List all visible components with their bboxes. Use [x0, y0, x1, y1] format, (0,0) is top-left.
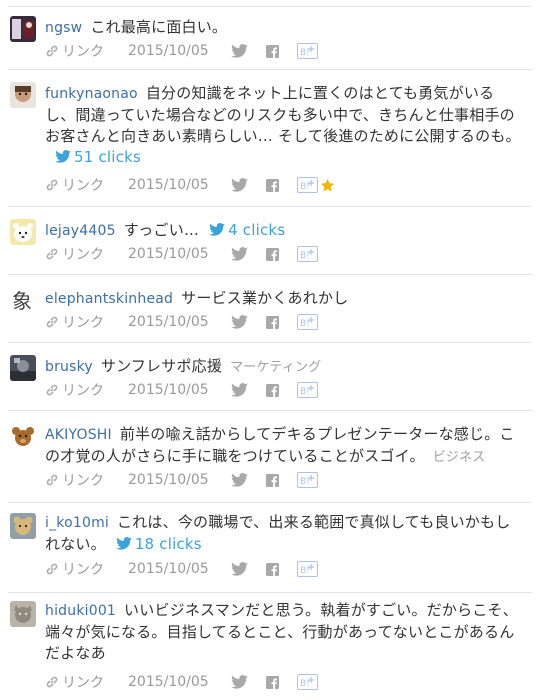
- username-link[interactable]: funkynaonao: [45, 86, 138, 102]
- comment-text: これは、今の職場で、出来る範囲で真似しても良いかもしれない。: [45, 513, 511, 553]
- comment-item: lejay4405 すっごい… 4 clicks リンク 2015/10/05 B!: [0, 207, 540, 275]
- permalink-link[interactable]: リンク: [62, 672, 104, 692]
- twitter-icon[interactable]: [230, 473, 248, 487]
- clicks-count: 51 clicks: [74, 148, 141, 166]
- link-icon[interactable]: [45, 675, 59, 689]
- hatena-bookmark-icon[interactable]: B!: [296, 561, 318, 577]
- hatena-bookmark-icon[interactable]: B!: [296, 246, 318, 262]
- username-link[interactable]: AKIYOSHI: [45, 427, 112, 443]
- avatar[interactable]: [10, 601, 36, 627]
- permalink-link[interactable]: リンク: [62, 312, 104, 332]
- clicks-count: 4 clicks: [228, 221, 286, 239]
- twitter-icon[interactable]: [230, 315, 248, 329]
- comment-item: ngsw これ最高に面白い。 リンク 2015/10/05 B!: [0, 8, 540, 70]
- hatena-bookmark-icon[interactable]: B!: [296, 43, 318, 59]
- link-icon[interactable]: [45, 44, 59, 58]
- clicks-count: 18 clicks: [134, 535, 202, 553]
- svg-text:象: 象: [12, 289, 32, 313]
- link-icon[interactable]: [45, 562, 59, 576]
- star-icon[interactable]: [320, 178, 335, 193]
- permalink-link[interactable]: リンク: [62, 380, 104, 400]
- hatena-bookmark-icon[interactable]: B!: [296, 674, 318, 690]
- tag-label[interactable]: ビジネス: [433, 450, 486, 465]
- username-link[interactable]: lejay4405: [45, 223, 116, 239]
- comment-item: funkynaonao 自分の知識をネット上に置くのはとても勇気がいるし、間違って…: [0, 70, 540, 207]
- top-divider: [8, 6, 532, 7]
- link-icon[interactable]: [45, 383, 59, 397]
- hatena-bookmark-icon[interactable]: B!: [296, 382, 318, 398]
- facebook-icon[interactable]: [265, 247, 279, 261]
- avatar[interactable]: 象: [10, 287, 36, 313]
- tag-label[interactable]: マーケティング: [230, 360, 321, 375]
- link-icon[interactable]: [45, 315, 59, 329]
- facebook-icon[interactable]: [265, 675, 279, 689]
- avatar[interactable]: [10, 355, 36, 381]
- avatar[interactable]: [10, 219, 36, 245]
- comment-date: 2015/10/05: [128, 674, 209, 690]
- username-link[interactable]: hiduki001: [45, 603, 116, 619]
- link-icon[interactable]: [45, 178, 59, 192]
- comment-date: 2015/10/05: [128, 177, 209, 193]
- twitter-icon[interactable]: [230, 178, 248, 192]
- username-link[interactable]: elephantskinhead: [45, 291, 173, 307]
- link-icon[interactable]: [45, 247, 59, 261]
- tweet-clicks-link[interactable]: 51 clicks: [55, 148, 141, 166]
- hatena-bookmark-icon[interactable]: B!: [296, 177, 318, 193]
- comment-date: 2015/10/05: [128, 472, 209, 488]
- hatena-bookmark-icon[interactable]: B!: [296, 314, 318, 330]
- comment-text: これ最高に面白い。: [90, 18, 228, 36]
- facebook-icon[interactable]: [265, 178, 279, 192]
- comment-item: hiduki001 いいビジネスマンだと思う。執着がすごい。だからこそ、端々が気に…: [0, 593, 540, 700]
- facebook-icon[interactable]: [265, 473, 279, 487]
- tweet-clicks-link[interactable]: 4 clicks: [209, 221, 285, 239]
- comment-text: すっごい…: [123, 221, 200, 239]
- hatena-bookmark-icon[interactable]: B!: [296, 472, 318, 488]
- facebook-icon[interactable]: [265, 44, 279, 58]
- link-icon[interactable]: [45, 473, 59, 487]
- comment-item: 象 elephantskinhead サービス業かくあれかし リンク 2015/1…: [0, 275, 540, 343]
- permalink-link[interactable]: リンク: [62, 244, 104, 264]
- avatar[interactable]: [10, 423, 36, 449]
- comment-text: サンフレサポ応援: [100, 357, 223, 375]
- comment-date: 2015/10/05: [128, 561, 209, 577]
- username-link[interactable]: ngsw: [45, 20, 82, 36]
- permalink-link[interactable]: リンク: [62, 41, 104, 61]
- twitter-icon[interactable]: [230, 383, 248, 397]
- comment-date: 2015/10/05: [128, 314, 209, 330]
- avatar[interactable]: [10, 16, 36, 42]
- comment-item: AKIYOSHI 前半の喩え話からしてデキるプレゼンテーターな感じ。この才覚の人が…: [0, 411, 540, 503]
- avatar[interactable]: [10, 513, 36, 539]
- comment-date: 2015/10/05: [128, 246, 209, 262]
- comment-item: i_ko10mi これは、今の職場で、出来る範囲で真似しても良いかもしれない。 18…: [0, 503, 540, 593]
- facebook-icon[interactable]: [265, 562, 279, 576]
- facebook-icon[interactable]: [265, 383, 279, 397]
- comment-date: 2015/10/05: [128, 382, 209, 398]
- twitter-icon[interactable]: [230, 562, 248, 576]
- permalink-link[interactable]: リンク: [62, 175, 104, 195]
- avatar[interactable]: [10, 82, 36, 108]
- twitter-icon[interactable]: [230, 247, 248, 261]
- comment-item: brusky サンフレサポ応援 マーケティング リンク 2015/10/05 B!: [0, 343, 540, 411]
- facebook-icon[interactable]: [265, 315, 279, 329]
- twitter-icon[interactable]: [230, 675, 248, 689]
- permalink-link[interactable]: リンク: [62, 470, 104, 490]
- twitter-icon[interactable]: [230, 44, 248, 58]
- permalink-link[interactable]: リンク: [62, 559, 104, 579]
- username-link[interactable]: i_ko10mi: [45, 515, 109, 531]
- comment-text: サービス業かくあれかし: [181, 289, 349, 307]
- comment-date: 2015/10/05: [128, 43, 209, 59]
- tweet-clicks-link[interactable]: 18 clicks: [116, 535, 202, 553]
- username-link[interactable]: brusky: [45, 359, 93, 375]
